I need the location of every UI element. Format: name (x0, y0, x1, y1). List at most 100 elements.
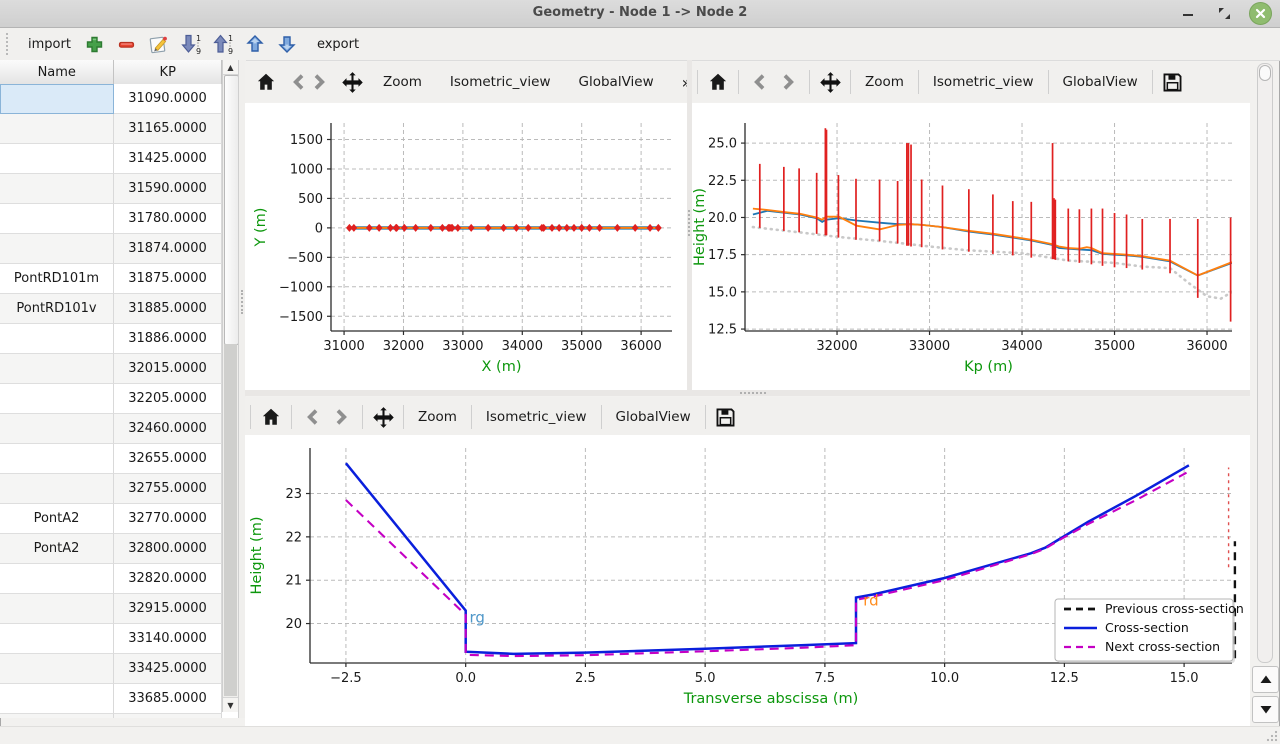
resize-grip-icon[interactable] (1266, 730, 1278, 742)
titlebar[interactable]: Geometry - Node 1 -> Node 2 (0, 0, 1280, 28)
forward-button[interactable] (309, 68, 331, 96)
name-cell[interactable] (0, 354, 114, 384)
import-button[interactable]: import (20, 34, 79, 55)
plot-splitter-horizontal[interactable] (245, 390, 1250, 396)
table-row[interactable]: 31165.0000 (0, 114, 222, 144)
kp-cell[interactable]: 31885.0000 (114, 294, 222, 324)
edit-row-button[interactable] (147, 32, 171, 56)
profile-plot-canvas[interactable]: 320003300034000350003600012.515.017.520.… (692, 103, 1250, 390)
name-cell[interactable] (0, 114, 114, 144)
kp-cell[interactable]: 32460.0000 (114, 414, 222, 444)
kp-cell[interactable]: 33425.0000 (114, 654, 222, 684)
restore-button[interactable] (1213, 3, 1235, 25)
global-view-button[interactable]: GlobalView (1054, 70, 1147, 94)
table-row[interactable]: PontRD101m31875.0000 (0, 264, 222, 294)
name-cell[interactable] (0, 444, 114, 474)
kp-cell[interactable]: 32800.0000 (114, 534, 222, 564)
table-row[interactable]: PontA232770.0000 (0, 504, 222, 534)
name-cell[interactable] (0, 84, 114, 114)
kp-cell[interactable]: 33685.0000 (114, 684, 222, 714)
table-row[interactable]: 31090.0000 (0, 84, 222, 114)
zoom-button[interactable]: Zoom (409, 405, 466, 429)
table-row[interactable]: 33425.0000 (0, 654, 222, 684)
table-row[interactable]: 32460.0000 (0, 414, 222, 444)
kp-cell[interactable]: 31090.0000 (114, 84, 222, 114)
table-row[interactable]: PontRD101v31885.0000 (0, 294, 222, 324)
name-cell[interactable] (0, 684, 114, 714)
table-row[interactable]: 31425.0000 (0, 144, 222, 174)
table-row[interactable]: 31874.0000 (0, 234, 222, 264)
name-cell[interactable] (0, 174, 114, 204)
scroll-down-button[interactable] (1252, 696, 1279, 723)
zoom-button[interactable]: Zoom (374, 70, 431, 94)
name-cell[interactable] (0, 474, 114, 504)
name-cell[interactable] (0, 414, 114, 444)
plots-scrollbar-thumb[interactable] (1259, 65, 1271, 81)
kp-cell[interactable]: 33140.0000 (114, 624, 222, 654)
table-row[interactable]: 31780.0000 (0, 204, 222, 234)
table-row[interactable]: 32015.0000 (0, 354, 222, 384)
home-button[interactable] (256, 403, 286, 431)
kp-cell[interactable]: 31165.0000 (114, 114, 222, 144)
forward-button[interactable] (327, 403, 357, 431)
kp-cell[interactable]: 32755.0000 (114, 474, 222, 504)
scroll-up-button[interactable] (1252, 666, 1279, 693)
name-cell[interactable] (0, 144, 114, 174)
move-up-button[interactable] (243, 32, 267, 56)
table-row[interactable]: 32655.0000 (0, 444, 222, 474)
table-row[interactable]: 32205.0000 (0, 384, 222, 414)
kp-cell[interactable]: 32015.0000 (114, 354, 222, 384)
kp-cell[interactable]: 31425.0000 (114, 144, 222, 174)
kp-cell[interactable]: 31875.0000 (114, 264, 222, 294)
kp-cell[interactable]: 31780.0000 (114, 204, 222, 234)
table-scrollbar-track[interactable] (224, 344, 237, 696)
name-cell[interactable] (0, 234, 114, 264)
isometric-view-button[interactable]: Isometric_view (441, 70, 560, 94)
pan-button[interactable] (815, 68, 845, 96)
kp-cell[interactable]: 32770.0000 (114, 504, 222, 534)
home-button[interactable] (255, 68, 277, 96)
back-button[interactable] (744, 68, 774, 96)
table-row[interactable]: 32820.0000 (0, 564, 222, 594)
minimize-button[interactable] (1177, 3, 1199, 25)
name-cell[interactable] (0, 564, 114, 594)
move-down-button[interactable] (275, 32, 299, 56)
table-row[interactable]: PontA232800.0000 (0, 534, 222, 564)
sort-descending-button[interactable]: 1 9 (179, 32, 203, 56)
isometric-view-button[interactable]: Isometric_view (477, 405, 596, 429)
kp-cell[interactable]: 31874.0000 (114, 234, 222, 264)
pan-button[interactable] (368, 403, 398, 431)
save-figure-button[interactable] (711, 403, 741, 431)
zoom-button[interactable]: Zoom (856, 70, 913, 94)
name-cell[interactable]: PontRD101v (0, 294, 114, 324)
table-row[interactable]: 32915.0000 (0, 594, 222, 624)
close-button[interactable] (1249, 2, 1272, 25)
global-view-button[interactable]: GlobalView (570, 70, 663, 94)
name-cell[interactable] (0, 384, 114, 414)
home-button[interactable] (703, 68, 733, 96)
kp-cell[interactable]: 32205.0000 (114, 384, 222, 414)
table-scrollbar-thumb[interactable] (224, 75, 239, 345)
kp-cell[interactable]: 31886.0000 (114, 324, 222, 354)
sort-ascending-button[interactable]: 1 9 (211, 32, 235, 56)
table-row[interactable]: 33685.0000 (0, 684, 222, 714)
back-button[interactable] (287, 68, 309, 96)
kp-cell[interactable]: 32655.0000 (114, 444, 222, 474)
name-cell[interactable] (0, 324, 114, 354)
section-plot-canvas[interactable]: −2.50.02.55.07.510.012.515.020212223Tran… (245, 435, 1250, 727)
table-row[interactable]: 31886.0000 (0, 324, 222, 354)
save-figure-button[interactable] (1158, 68, 1188, 96)
plots-scrollbar[interactable] (1257, 63, 1273, 663)
kp-cell[interactable]: 31590.0000 (114, 174, 222, 204)
name-cell[interactable] (0, 654, 114, 684)
name-cell[interactable] (0, 594, 114, 624)
name-cell[interactable] (0, 714, 114, 718)
name-cell[interactable] (0, 204, 114, 234)
name-cell[interactable]: PontA2 (0, 504, 114, 534)
forward-button[interactable] (774, 68, 804, 96)
table-row[interactable]: 32755.0000 (0, 474, 222, 504)
column-header-name[interactable]: Name (0, 60, 114, 84)
add-row-button[interactable] (83, 32, 107, 56)
table-row[interactable] (0, 714, 222, 718)
table-scroll-up-button[interactable]: ▲ (223, 60, 238, 75)
